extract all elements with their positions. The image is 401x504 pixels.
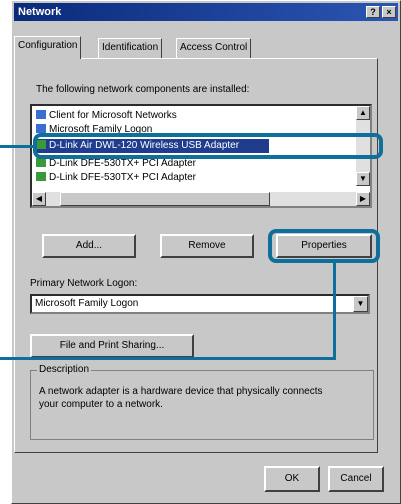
properties-pointer-horizontal xyxy=(0,357,336,360)
adapter-highlight xyxy=(33,133,383,159)
primary-logon-value: Microsoft Family Logon xyxy=(35,298,139,309)
chevron-down-icon[interactable]: ▼ xyxy=(353,296,368,312)
tab-configuration[interactable]: Configuration xyxy=(14,36,82,59)
tab-identification[interactable]: Identification xyxy=(98,38,163,58)
close-button[interactable]: × xyxy=(382,6,396,18)
scroll-left-icon[interactable]: ◀ xyxy=(32,192,46,206)
primary-logon-label: Primary Network Logon: xyxy=(30,278,138,289)
network-client-icon xyxy=(36,110,46,119)
description-text: A network adapter is a hardware device t… xyxy=(39,386,323,410)
adapter-pointer-line xyxy=(0,145,35,148)
cancel-button[interactable]: Cancel xyxy=(328,466,384,492)
file-print-sharing-button[interactable]: File and Print Sharing... xyxy=(30,334,194,358)
network-adapter-icon xyxy=(36,158,46,167)
scroll-down-icon[interactable]: ▼ xyxy=(356,172,370,186)
network-client-icon xyxy=(36,124,46,133)
list-item[interactable]: D-Link DFE-530TX+ PCI Adapter xyxy=(36,157,196,171)
help-button[interactable]: ? xyxy=(366,6,380,18)
horizontal-scrollbar[interactable]: ◀ ▶ xyxy=(32,192,370,206)
scroll-thumb[interactable] xyxy=(60,192,270,206)
scroll-right-icon[interactable]: ▶ xyxy=(356,192,370,206)
list-item[interactable]: Client for Microsoft Networks xyxy=(36,109,177,123)
primary-logon-select[interactable]: Microsoft Family Logon ▼ xyxy=(30,294,370,314)
components-label: The following network components are ins… xyxy=(36,84,250,95)
description-label: Description xyxy=(37,364,92,375)
scroll-up-icon[interactable]: ▲ xyxy=(356,106,370,120)
remove-button[interactable]: Remove xyxy=(160,234,254,258)
window-title: Network xyxy=(18,6,62,18)
properties-pointer-vertical xyxy=(333,263,336,360)
network-adapter-icon xyxy=(36,172,46,181)
title-bar: Network ? × xyxy=(14,3,398,21)
list-item[interactable]: D-Link DFE-530TX+ PCI Adapter xyxy=(36,171,196,185)
properties-highlight xyxy=(268,229,380,263)
description-group: Description A network adapter is a hardw… xyxy=(30,364,374,440)
tab-access-control[interactable]: Access Control xyxy=(176,38,252,58)
ok-button[interactable]: OK xyxy=(264,466,320,492)
add-button[interactable]: Add... xyxy=(42,234,136,258)
